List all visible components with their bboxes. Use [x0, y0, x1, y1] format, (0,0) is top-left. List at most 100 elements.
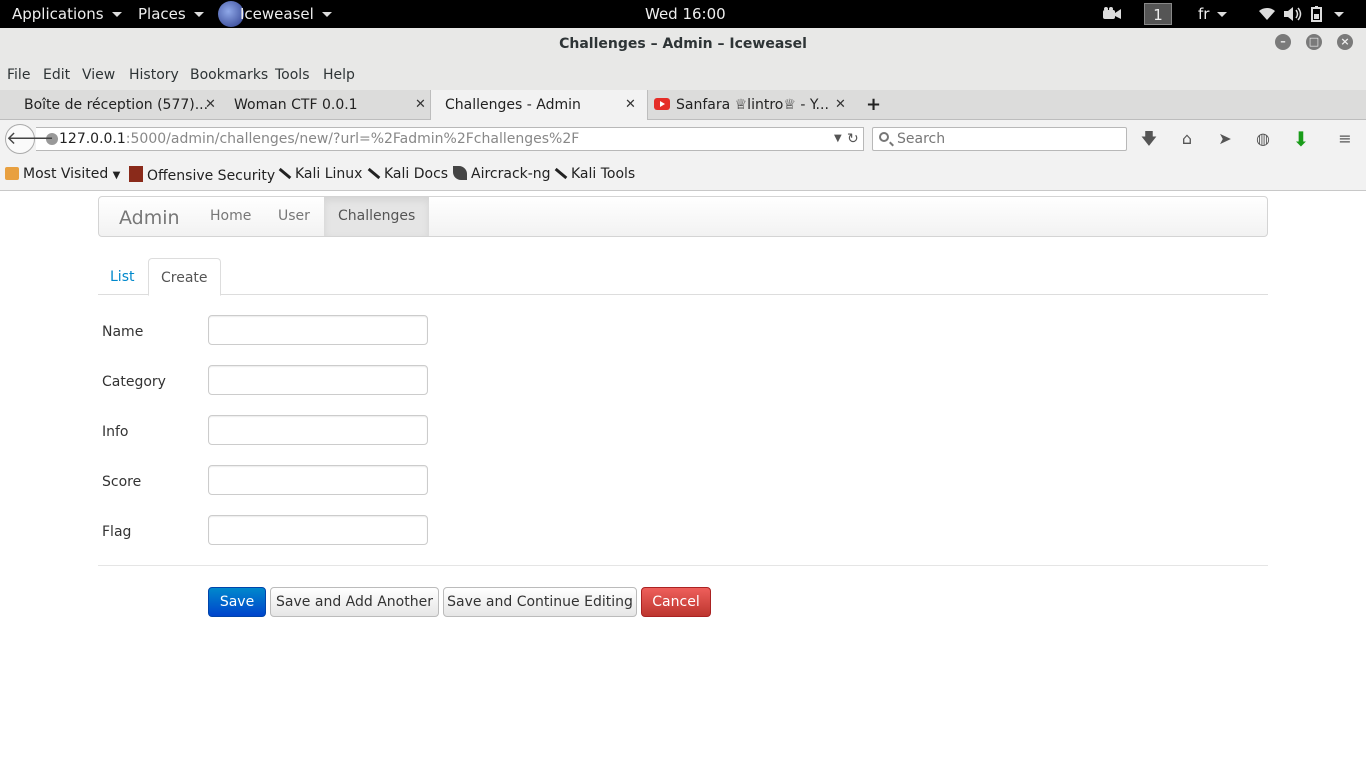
aircrack-icon: [453, 166, 467, 180]
name-input[interactable]: [208, 315, 428, 345]
form-divider: [98, 565, 1268, 566]
search-icon: [879, 132, 889, 142]
places-menu[interactable]: Places: [138, 0, 204, 28]
volume-icon: [1284, 7, 1302, 21]
wifi-icon: [1259, 7, 1275, 20]
menu-view[interactable]: View: [82, 67, 115, 83]
tab-label: Challenges - Admin: [445, 97, 581, 113]
keyboard-layout-menu[interactable]: fr: [1198, 0, 1228, 28]
bookmark-kali-linux[interactable]: Kali Linux: [277, 166, 362, 182]
workspace-number: 1: [1144, 3, 1172, 25]
close-tab-icon[interactable]: ✕: [205, 90, 216, 120]
tab-create[interactable]: Create: [148, 258, 221, 296]
search-input[interactable]: Search: [872, 127, 1127, 151]
bookmark-offensive-security[interactable]: Offensive Security: [129, 166, 275, 184]
send-icon[interactable]: ➤: [1215, 129, 1235, 149]
menu-edit[interactable]: Edit: [43, 67, 70, 83]
flag-label: Flag: [102, 524, 132, 540]
flag-input[interactable]: [208, 515, 428, 545]
applications-menu[interactable]: Applications: [12, 0, 122, 28]
name-label: Name: [102, 324, 144, 340]
minimize-button[interactable]: –: [1275, 34, 1291, 50]
close-tab-icon[interactable]: ✕: [625, 90, 636, 120]
chevron-down-icon: [1334, 11, 1344, 17]
battery-icon: [1311, 6, 1322, 22]
cancel-button[interactable]: Cancel: [641, 587, 711, 617]
score-label: Score: [102, 474, 142, 490]
clock[interactable]: Wed 16:00: [645, 0, 726, 28]
video-camera-icon[interactable]: [1103, 0, 1121, 28]
tab-strip: Boîte de réception (577)... ✕ Woman CTF …: [0, 90, 1366, 120]
kali-dragon-icon: [366, 166, 380, 180]
tab-label: Sanfara ♕lintro♕ - Y...: [676, 97, 829, 113]
menu-help[interactable]: Help: [323, 67, 355, 83]
chevron-down-icon: [1217, 11, 1228, 17]
new-tab-button[interactable]: +: [866, 90, 881, 120]
tab-inbox[interactable]: Boîte de réception (577)...: [10, 90, 220, 120]
globe-addon-icon[interactable]: ◍: [1253, 129, 1273, 149]
reload-icon[interactable]: ↻: [847, 128, 859, 150]
close-tab-icon[interactable]: ✕: [415, 90, 426, 120]
bookmark-label: Kali Linux: [295, 166, 363, 182]
url-host: 127.0.0.1: [59, 131, 126, 147]
active-app-menu[interactable]: Iceweasel: [218, 0, 332, 28]
bookmarks-bar: Most Visited ▼ Offensive Security Kali L…: [0, 158, 1366, 191]
tab-list[interactable]: List: [110, 258, 134, 295]
system-status-menu[interactable]: [1258, 0, 1344, 28]
save-button[interactable]: Save: [208, 587, 266, 617]
home-icon[interactable]: ⌂: [1177, 129, 1197, 149]
menu-bar: File Edit View History Bookmarks Tools H…: [0, 60, 1366, 90]
maximize-button[interactable]: □: [1306, 34, 1322, 50]
page-tabs: List Create: [98, 258, 1268, 296]
window-title: Challenges – Admin – Iceweasel: [559, 36, 807, 52]
info-label: Info: [102, 424, 129, 440]
close-window-button[interactable]: ×: [1337, 34, 1353, 50]
save-and-add-another-button[interactable]: Save and Add Another: [270, 587, 439, 617]
menu-tools[interactable]: Tools: [275, 67, 310, 83]
menu-history[interactable]: History: [129, 67, 179, 83]
system-top-bar: Applications Places Iceweasel Wed 16:00 …: [0, 0, 1366, 28]
url-path: :5000/admin/challenges/new/?url=%2Fadmin…: [125, 131, 580, 147]
bookmark-label: Kali Tools: [571, 166, 636, 182]
navigation-toolbar: 127.0.0.1:5000/admin/challenges/new/?url…: [0, 120, 1366, 158]
tab-label: Woman CTF 0.0.1: [234, 97, 358, 113]
kali-dragon-icon: [277, 166, 291, 180]
chevron-down-icon: [111, 11, 122, 17]
bookmark-label: Kali Docs: [384, 166, 449, 182]
download-arrow-icon[interactable]: ⬇: [1291, 129, 1311, 149]
tab-label: Boîte de réception (577)...: [24, 97, 209, 113]
score-input[interactable]: [208, 465, 428, 495]
menu-file[interactable]: File: [7, 67, 30, 83]
tab-challenges-admin[interactable]: Challenges - Admin: [430, 90, 648, 120]
close-tab-icon[interactable]: ✕: [835, 90, 846, 120]
bookmark-label: Offensive Security: [147, 168, 276, 184]
workspace-indicator[interactable]: 1: [1144, 0, 1172, 28]
tab-youtube[interactable]: Sanfara ♕lintro♕ - Y...: [650, 90, 830, 120]
menu-bookmarks[interactable]: Bookmarks: [190, 67, 268, 83]
bookmark-kali-tools[interactable]: Kali Tools: [553, 166, 635, 182]
bookmark-most-visited[interactable]: Most Visited ▼: [5, 166, 120, 182]
save-and-continue-editing-button[interactable]: Save and Continue Editing: [443, 587, 637, 617]
url-history-dropdown-icon[interactable]: ▼: [834, 128, 842, 150]
info-input[interactable]: [208, 415, 428, 445]
window-title-bar: Challenges – Admin – Iceweasel – □ ×: [0, 28, 1366, 60]
hamburger-menu-icon[interactable]: ≡: [1335, 129, 1355, 149]
url-bar[interactable]: 127.0.0.1:5000/admin/challenges/new/?url…: [36, 127, 864, 151]
bookmark-kali-docs[interactable]: Kali Docs: [366, 166, 448, 182]
youtube-icon: [654, 98, 670, 110]
nav-challenges[interactable]: Challenges: [324, 197, 430, 236]
chevron-down-icon: [321, 11, 332, 17]
active-app-label: Iceweasel: [240, 5, 314, 23]
bookmark-aircrack[interactable]: Aircrack-ng: [453, 166, 551, 182]
applications-label: Applications: [12, 5, 104, 23]
tab-woman-ctf[interactable]: Woman CTF 0.0.1: [220, 90, 430, 120]
chevron-down-icon: [193, 11, 204, 17]
search-placeholder: Search: [897, 131, 946, 147]
admin-brand[interactable]: Admin: [119, 207, 180, 229]
nav-home[interactable]: Home: [210, 197, 251, 236]
category-input[interactable]: [208, 365, 428, 395]
back-button[interactable]: 🡐: [5, 124, 54, 154]
downloads-icon[interactable]: 🡇: [1139, 129, 1159, 149]
chevron-down-icon: ▼: [112, 170, 121, 181]
nav-user[interactable]: User: [278, 197, 310, 236]
